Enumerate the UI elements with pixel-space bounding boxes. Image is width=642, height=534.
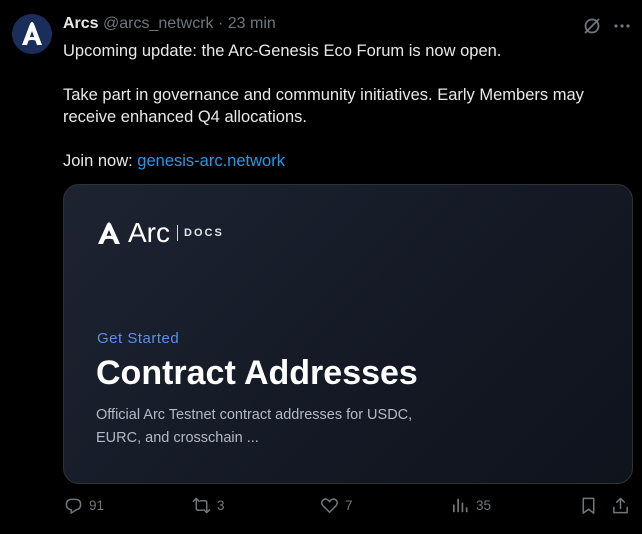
author-handle[interactable]: @arcs_netwcrk [103,15,214,32]
card-eyebrow: Get Started [97,330,180,347]
like-icon [320,498,339,513]
grok-icon[interactable] [582,16,602,36]
arc-logo-icon [98,222,120,244]
author-name[interactable]: Arcs [63,15,99,32]
tweet-actions: 91 3 7 35 [0,496,642,522]
views-count: 35 [476,498,492,513]
tweet-header: Arcs @arcs_netwcrk · 23 min [63,14,276,34]
tweet-paragraph-2: Take part in governance and community in… [63,86,584,126]
bookmark-icon [582,497,595,514]
reply-icon [65,498,82,514]
tweet-line-1: Upcoming update: the Arc-Genesis Eco For… [63,42,502,60]
more-icon[interactable] [612,16,632,36]
card-logo-docs: DOCS [184,227,224,239]
share-icon [613,497,628,514]
like-count: 7 [345,498,353,513]
card-logo: Arc DOCS [96,219,224,247]
reply-count: 91 [89,498,105,513]
join-label: Join now: [63,152,138,170]
like-button[interactable]: 7 [320,496,353,515]
join-link[interactable]: genesis-arc.network [137,152,285,170]
reply-button[interactable]: 91 [64,496,104,515]
link-preview-card[interactable]: Arc DOCS Get Started Contract Addresses … [63,184,633,484]
card-title: Contract Addresses [96,354,418,392]
card-logo-text: Arc [128,217,170,248]
views-icon [452,498,468,513]
tweet-join-line: Join now: genesis-arc.network [63,150,623,172]
views-button[interactable]: 35 [451,496,491,515]
repost-count: 3 [217,498,225,513]
repost-icon [192,497,211,514]
avatar[interactable] [12,14,52,54]
share-button[interactable] [611,496,630,515]
timestamp[interactable]: 23 min [228,15,276,32]
repost-button[interactable]: 3 [192,496,225,515]
card-logo-divider [177,225,178,241]
bookmark-button[interactable] [579,496,598,515]
arc-logo-icon [12,14,52,54]
card-description: Official Arc Testnet contract addresses … [96,407,413,446]
separator-dot: · [217,15,224,32]
tweet-text: Upcoming update: the Arc-Genesis Eco For… [63,40,623,172]
